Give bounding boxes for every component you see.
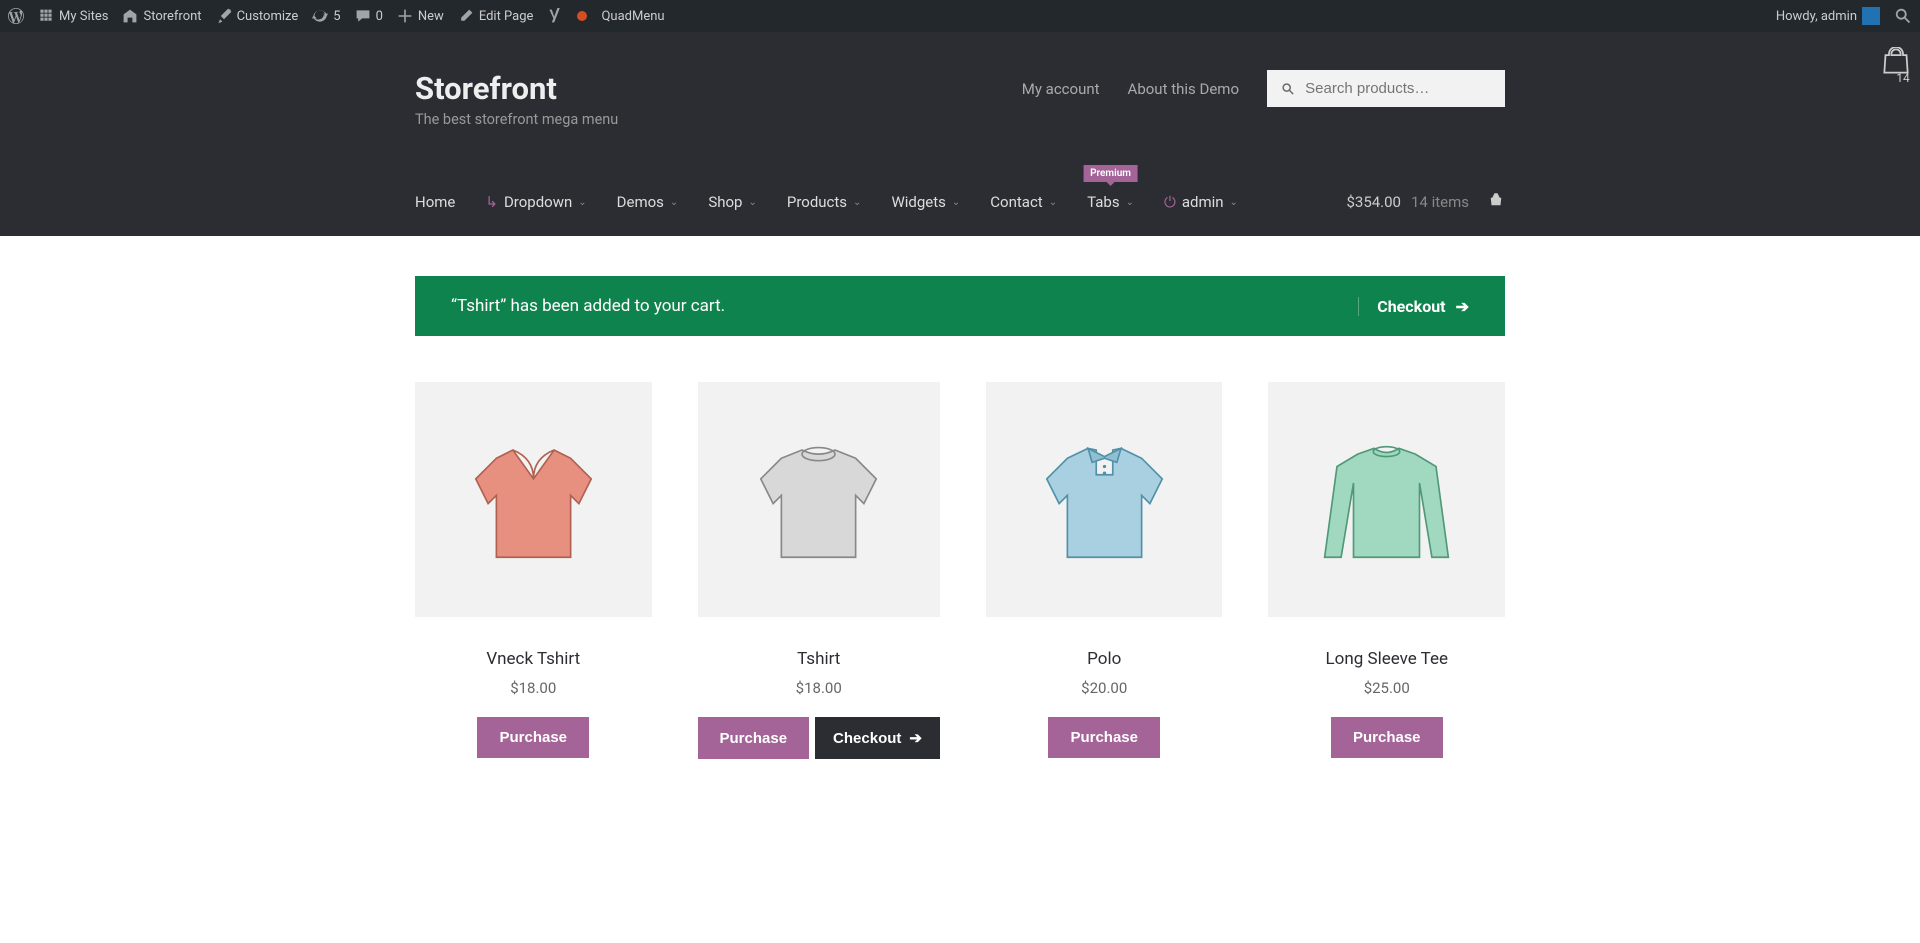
main-content: “Tshirt” has been added to your cart. Ch…	[415, 276, 1505, 799]
tshirt-icon	[736, 417, 901, 582]
cart-badge: 14	[1896, 71, 1910, 85]
product-card: Tshirt $18.00 Purchase Checkout➔	[698, 382, 940, 759]
plus-icon	[397, 8, 413, 24]
longsleeve-icon	[1304, 417, 1469, 582]
chevron-down-icon: ⌄	[578, 197, 586, 208]
cart-item-count: 14 items	[1411, 193, 1469, 211]
updates-link[interactable]: 5	[312, 8, 340, 24]
nav-shop[interactable]: Shop⌄	[708, 193, 757, 211]
new-content-link[interactable]: New	[397, 8, 444, 24]
pencil-icon	[458, 8, 474, 24]
wp-admin-bar: My Sites Storefront Customize 5 0 New Ed…	[0, 0, 1920, 32]
nav-dropdown[interactable]: ↳Dropdown⌄	[485, 193, 586, 211]
chevron-down-icon: ⌄	[670, 197, 678, 208]
chevron-down-icon: ⌄	[853, 197, 861, 208]
quadmenu-link[interactable]: QuadMenu	[601, 9, 664, 24]
brush-icon	[216, 8, 232, 24]
power-icon: ⏻	[1164, 193, 1176, 211]
product-title: Tshirt	[698, 649, 940, 669]
chevron-down-icon: ⌄	[952, 197, 960, 208]
nav-home[interactable]: Home	[415, 193, 455, 211]
product-image[interactable]	[986, 382, 1223, 617]
cart-notice: “Tshirt” has been added to your cart. Ch…	[415, 276, 1505, 336]
edit-page-link[interactable]: Edit Page	[458, 8, 534, 24]
avatar	[1862, 7, 1880, 25]
nav-demos[interactable]: Demos⌄	[617, 193, 679, 211]
product-card: Polo $20.00 Purchase	[986, 382, 1223, 759]
checkout-button[interactable]: Checkout➔	[815, 717, 940, 759]
chevron-down-icon: ⌄	[1126, 197, 1134, 208]
home-icon	[122, 8, 138, 24]
wordpress-icon	[8, 8, 24, 24]
howdy-link[interactable]: Howdy, admin	[1776, 7, 1880, 25]
arrow-right-icon: ➔	[1456, 297, 1469, 316]
about-demo-link[interactable]: About this Demo	[1128, 80, 1239, 98]
product-title: Vneck Tshirt	[415, 649, 652, 669]
purchase-button[interactable]: Purchase	[1331, 717, 1443, 758]
product-price: $18.00	[415, 679, 652, 697]
product-grid: Vneck Tshirt $18.00 Purchase Tshirt $18.…	[415, 382, 1505, 799]
basket-icon	[1479, 191, 1505, 213]
site-name-link[interactable]: Storefront	[122, 8, 201, 24]
primary-nav: Home ↳Dropdown⌄ Demos⌄ Shop⌄ Products⌄ W…	[415, 168, 1505, 236]
notice-message: “Tshirt” has been added to your cart.	[451, 296, 725, 316]
customize-link[interactable]: Customize	[216, 8, 299, 24]
product-card: Long Sleeve Tee $25.00 Purchase	[1268, 382, 1505, 759]
purchase-button[interactable]: Purchase	[1048, 717, 1160, 758]
chevron-down-icon: ⌄	[748, 197, 756, 208]
my-account-link[interactable]: My account	[1022, 80, 1100, 98]
search-input[interactable]	[1305, 80, 1491, 97]
wp-logo-link[interactable]	[8, 8, 24, 24]
chevron-down-icon: ⌄	[1230, 197, 1238, 208]
product-image[interactable]	[1268, 382, 1505, 617]
nav-admin[interactable]: ⏻admin⌄	[1164, 193, 1238, 211]
nav-tabs[interactable]: Premium Tabs⌄	[1087, 193, 1134, 211]
sites-icon	[38, 8, 54, 24]
product-search[interactable]	[1267, 70, 1505, 107]
search-icon	[1281, 81, 1295, 97]
yoast-icon	[547, 8, 563, 24]
adminbar-search[interactable]	[1894, 7, 1912, 25]
vneck-tshirt-icon	[451, 417, 616, 582]
branding: Storefront The best storefront mega menu	[415, 70, 618, 128]
comment-icon	[355, 8, 371, 24]
product-title: Polo	[986, 649, 1223, 669]
product-title: Long Sleeve Tee	[1268, 649, 1505, 669]
chevron-down-icon: ⌄	[1049, 197, 1057, 208]
arrow-down-icon: ↳	[485, 193, 498, 211]
nav-contact[interactable]: Contact⌄	[990, 193, 1057, 211]
record-icon	[577, 11, 587, 21]
my-sites-link[interactable]: My Sites	[38, 8, 108, 24]
product-card: Vneck Tshirt $18.00 Purchase	[415, 382, 652, 759]
product-price: $18.00	[698, 679, 940, 697]
premium-badge: Premium	[1083, 165, 1138, 182]
nav-widgets[interactable]: Widgets⌄	[891, 193, 960, 211]
arrow-right-icon: ➔	[909, 729, 922, 747]
notice-checkout-link[interactable]: Checkout ➔	[1358, 297, 1469, 316]
nav-products[interactable]: Products⌄	[787, 193, 862, 211]
site-tagline: The best storefront mega menu	[415, 111, 618, 128]
cart-total: $354.00	[1346, 193, 1401, 211]
yoast-link[interactable]	[547, 8, 563, 24]
nav-cart-summary[interactable]: $354.00 14 items	[1346, 191, 1505, 213]
update-icon	[312, 8, 328, 24]
product-image[interactable]	[415, 382, 652, 617]
comments-link[interactable]: 0	[355, 8, 383, 24]
polo-icon	[1022, 417, 1187, 582]
product-price: $20.00	[986, 679, 1223, 697]
site-header: Storefront The best storefront mega menu…	[0, 32, 1920, 236]
product-price: $25.00	[1268, 679, 1505, 697]
purchase-button[interactable]: Purchase	[698, 717, 810, 759]
purchase-button[interactable]: Purchase	[477, 717, 589, 758]
floating-cart[interactable]: 14	[1872, 32, 1920, 100]
product-image[interactable]	[698, 382, 940, 617]
search-icon	[1894, 7, 1912, 25]
record-link[interactable]	[577, 11, 587, 21]
site-title: Storefront	[415, 70, 618, 107]
